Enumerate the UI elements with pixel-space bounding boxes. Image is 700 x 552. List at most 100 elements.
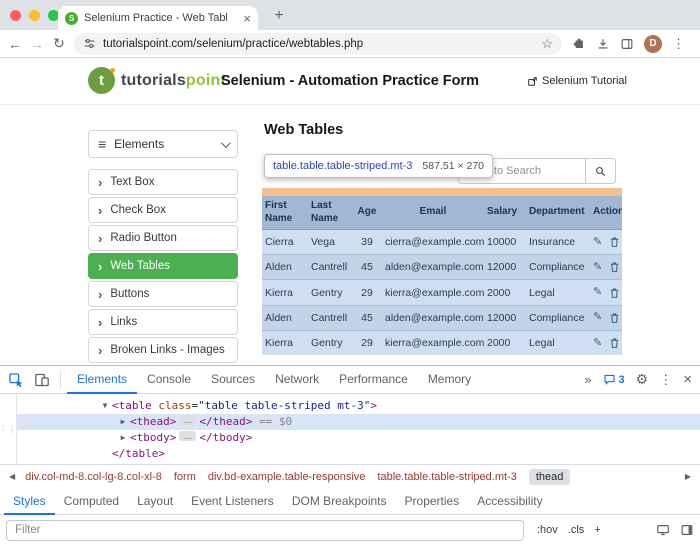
breadcrumb-scroll-right-icon[interactable]: ▶ [681, 472, 695, 481]
devtools-tab-performance[interactable]: Performance [329, 366, 418, 394]
dock-side-icon[interactable] [680, 523, 694, 537]
close-window-button[interactable] [10, 10, 21, 21]
edit-icon[interactable]: ✎ [593, 237, 602, 248]
breadcrumb-scroll-left-icon[interactable]: ◀ [5, 472, 19, 481]
browser-toolbar: ← → ↻ tutorialspoint.com/selenium/practi… [0, 30, 700, 58]
sidebar-item-links[interactable]: ›Links [88, 309, 238, 335]
breadcrumb-item-table-table-table-striped-mt-3[interactable]: table.table.table-striped.mt-3 [377, 471, 516, 483]
tab-strip: S Selenium Practice - Web Tabl × + [0, 0, 700, 30]
cell-email: kierra@example.com [382, 280, 484, 305]
forward-button[interactable]: → [26, 36, 48, 52]
cell-first: Kierra [262, 280, 308, 305]
sidebar-header-label: Elements [114, 137, 164, 151]
bookmark-star-icon[interactable]: ☆ [541, 36, 553, 52]
breadcrumb-item-div-col-md-8-col-lg-8-col-xl-8[interactable]: div.col-md-8.col-lg-8.col-xl-8 [25, 471, 162, 483]
sidebar-item-radio-button[interactable]: ›Radio Button [88, 225, 238, 251]
delete-icon[interactable] [609, 261, 620, 273]
sidebar-item-text-box[interactable]: ›Text Box [88, 169, 238, 195]
cell-age: 39 [352, 230, 382, 255]
expand-arrow-icon[interactable]: ▶ [116, 430, 130, 446]
refresh-button[interactable]: ↻ [48, 35, 70, 52]
delete-icon[interactable] [609, 337, 620, 349]
back-button[interactable]: ← [4, 36, 26, 52]
toggle-cls[interactable]: .cls [563, 524, 590, 536]
delete-icon[interactable] [609, 287, 620, 299]
table-row: KierraGentry29kierra@example.com2000Lega… [262, 280, 622, 305]
profile-avatar[interactable]: D [644, 35, 662, 53]
devtools-tab-console[interactable]: Console [137, 366, 201, 394]
chevron-right-icon: › [98, 232, 102, 245]
dom-tree-lines: ▼<table class="table table-striped mt-3"… [17, 398, 700, 462]
downloads-icon[interactable] [596, 37, 610, 51]
styles-tab-layout[interactable]: Layout [128, 488, 182, 515]
collapsed-content-button[interactable]: … [179, 415, 196, 425]
side-panel-icon[interactable] [620, 37, 634, 51]
breadcrumb-item-thead[interactable]: thead [529, 469, 571, 485]
toggle-hov[interactable]: :hov [532, 524, 563, 536]
sidebar-item-broken-links-images[interactable]: ›Broken Links - Images [88, 337, 238, 363]
sidebar-item-buttons[interactable]: ›Buttons [88, 281, 238, 307]
devtools-tab-network[interactable]: Network [265, 366, 329, 394]
cell-age: 29 [352, 330, 382, 355]
column-header-age: Age [352, 196, 382, 230]
edit-icon[interactable]: ✎ [593, 312, 602, 323]
collapsed-content-button[interactable]: … [179, 431, 196, 441]
collapse-arrow-icon[interactable]: ▼ [98, 398, 112, 414]
inspect-element-icon[interactable] [8, 372, 24, 388]
table-row: AldenCantrell45alden@example.com12000Com… [262, 255, 622, 280]
sidebar-header[interactable]: ≡ Elements [88, 130, 238, 158]
cell-email: alden@example.com [382, 255, 484, 280]
extensions-icon[interactable] [572, 37, 586, 51]
code-token: <tbody> [130, 431, 176, 444]
toggle-item[interactable]: + [589, 524, 605, 536]
selenium-tutorial-link[interactable]: Selenium Tutorial [527, 75, 627, 87]
cell-first: Kierra [262, 330, 308, 355]
devtools-tab-memory[interactable]: Memory [418, 366, 481, 394]
site-settings-icon[interactable] [83, 37, 96, 50]
browser-tab[interactable]: S Selenium Practice - Web Tabl × [58, 6, 258, 30]
expand-arrow-icon[interactable]: ▶ [116, 414, 130, 430]
search-button[interactable] [586, 158, 616, 184]
styles-filter-input[interactable] [6, 520, 524, 541]
devtools-tab-sources[interactable]: Sources [201, 366, 265, 394]
rendering-emulation-icon[interactable] [656, 523, 670, 537]
more-tabs-icon[interactable]: » [584, 372, 591, 387]
edit-icon[interactable]: ✎ [593, 338, 602, 349]
issues-button[interactable]: 3 [603, 373, 625, 386]
breadcrumb-item-form[interactable]: form [174, 471, 196, 483]
cell-actions: ✎ [590, 330, 622, 355]
device-toolbar-icon[interactable] [34, 372, 50, 388]
devtools-tab-elements[interactable]: Elements [67, 366, 137, 394]
chevron-right-icon: › [98, 288, 102, 301]
column-header-first-name: First Name [262, 196, 308, 230]
tab-close-icon[interactable]: × [243, 11, 251, 26]
devtools-menu-icon[interactable]: ⋮ [659, 372, 672, 388]
styles-tab-properties[interactable]: Properties [396, 488, 469, 515]
sidebar-item-check-box[interactable]: ›Check Box [88, 197, 238, 223]
edit-icon[interactable]: ✎ [593, 287, 602, 298]
dom-node-line[interactable]: </table> [17, 446, 700, 462]
devtools-settings-icon[interactable]: ⚙ [636, 371, 649, 388]
styles-tab-accessibility[interactable]: Accessibility [468, 488, 551, 515]
sidebar-item-web-tables[interactable]: ›Web Tables [88, 253, 238, 279]
delete-icon[interactable] [609, 236, 620, 248]
browser-menu-icon[interactable]: ⋮ [672, 36, 685, 52]
column-header-salary: Salary [484, 196, 526, 230]
new-tab-button[interactable]: + [268, 5, 290, 27]
edit-icon[interactable]: ✎ [593, 262, 602, 273]
delete-icon[interactable] [609, 312, 620, 324]
breadcrumb-item-div-bd-example-table-responsive[interactable]: div.bd-example.table-responsive [208, 471, 366, 483]
styles-tab-computed[interactable]: Computed [55, 488, 128, 515]
cell-last: Vega [308, 230, 352, 255]
dom-node-line[interactable]: ▼<table class="table table-striped mt-3"… [17, 398, 700, 414]
dom-node-line[interactable]: ▶<tbody>…</tbody> [17, 430, 700, 446]
minimize-window-button[interactable] [29, 10, 40, 21]
code-token: > [370, 399, 377, 412]
styles-tab-event-listeners[interactable]: Event Listeners [182, 488, 283, 515]
styles-tab-styles[interactable]: Styles [4, 488, 55, 515]
cell-age: 45 [352, 305, 382, 330]
styles-tab-dom-breakpoints[interactable]: DOM Breakpoints [283, 488, 396, 515]
devtools-close-icon[interactable]: × [683, 371, 692, 388]
address-bar[interactable]: tutorialspoint.com/selenium/practice/web… [74, 33, 562, 55]
dom-node-line[interactable]: ▶<thead>…</thead> == $0 [17, 414, 700, 430]
